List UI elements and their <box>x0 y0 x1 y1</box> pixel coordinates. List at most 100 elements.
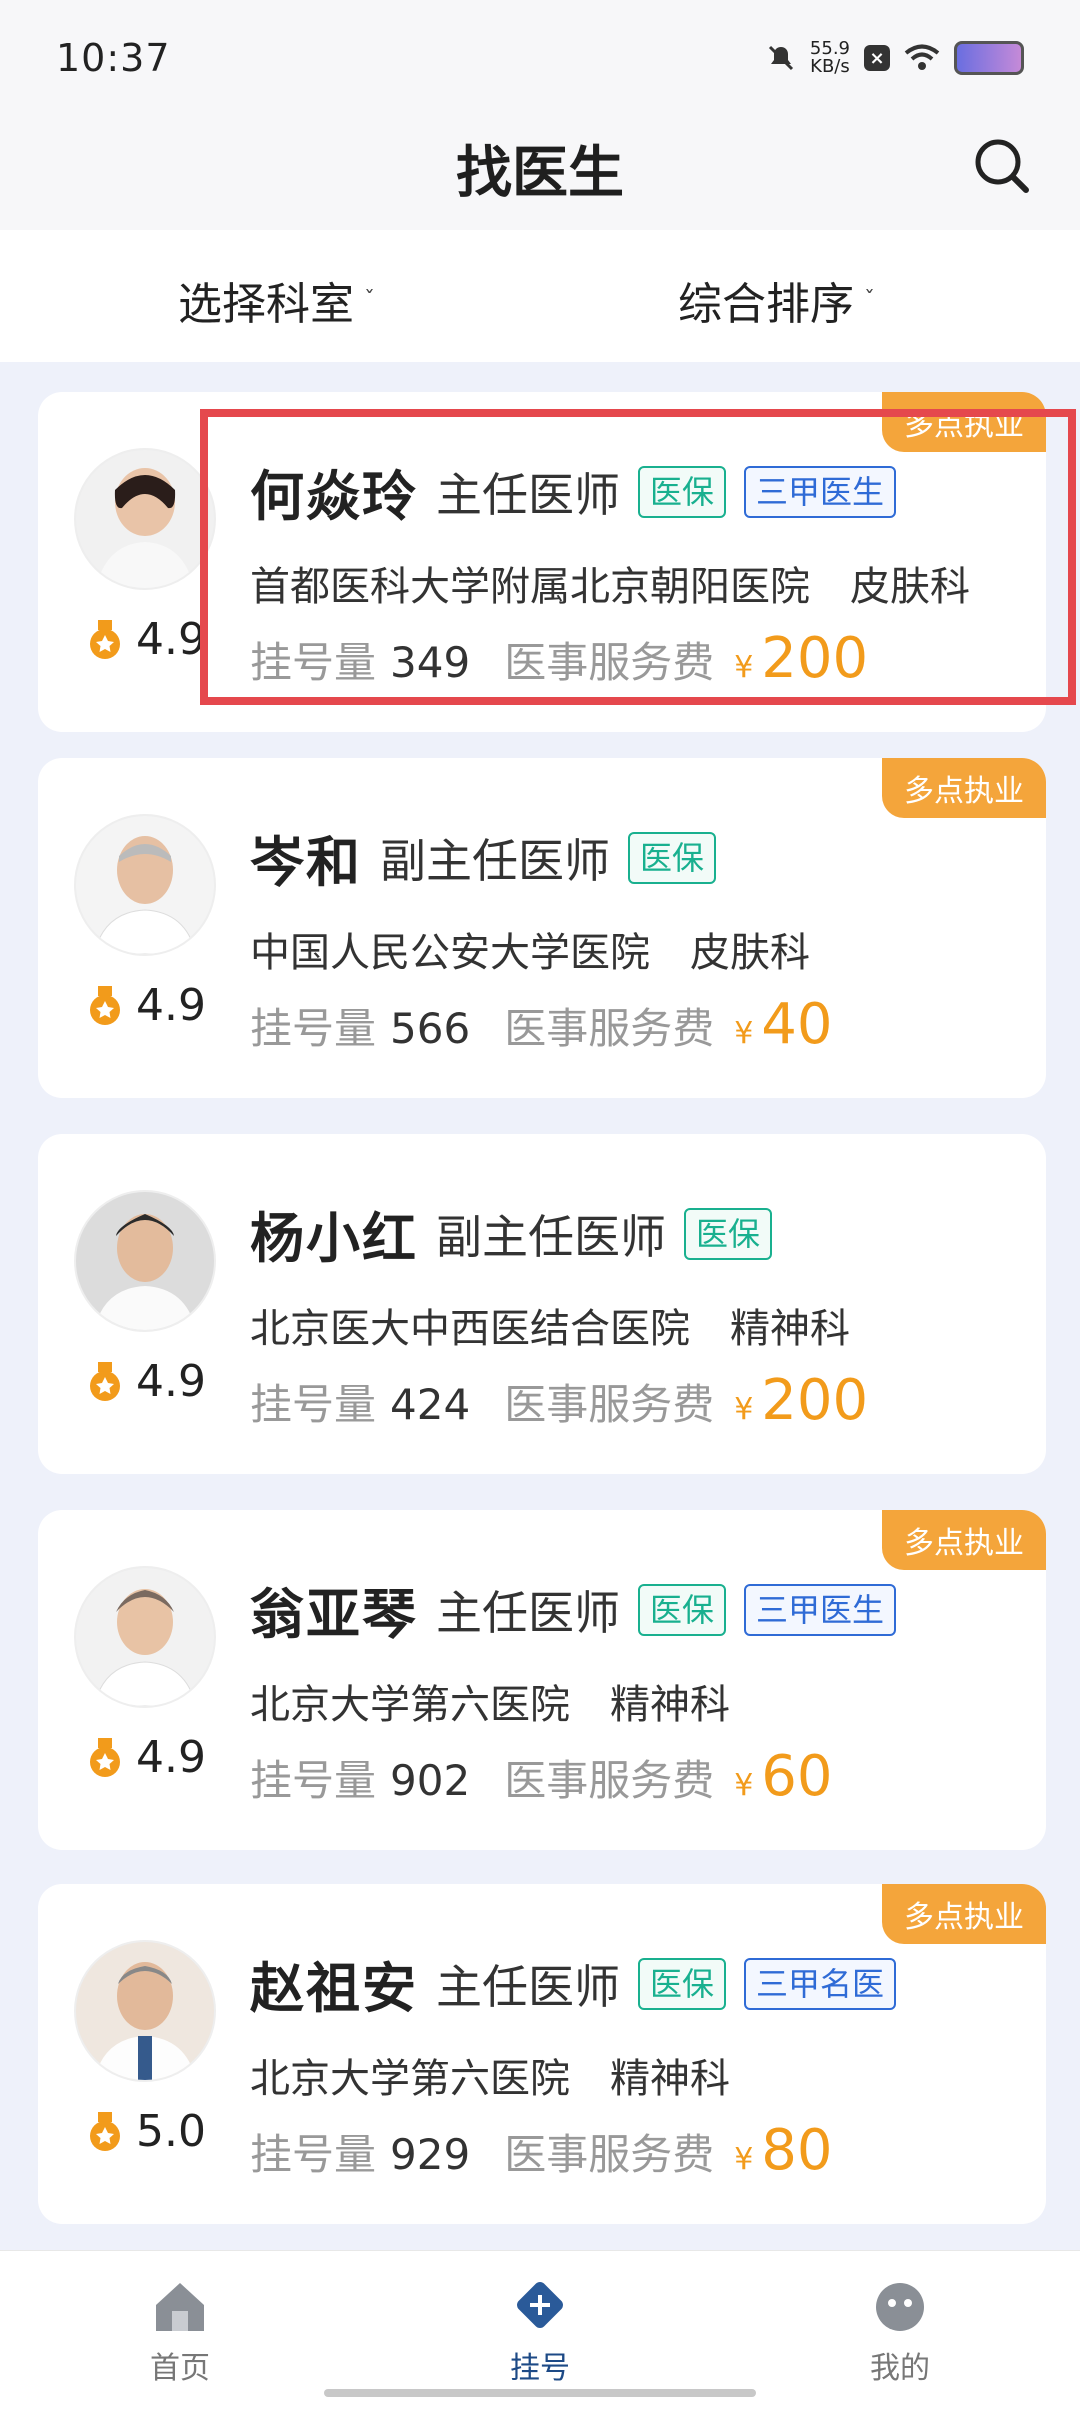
doctor-title: 副主任医师 <box>380 833 610 888</box>
app-notification-icon: × <box>864 45 890 71</box>
doctor-card[interactable]: 多点执业 4.9 何焱玲 主任医师 医保 三甲医生 首都医科大学附属北京朝阳医院… <box>38 392 1046 732</box>
rating: 4.9 <box>88 1356 206 1407</box>
hospital-department: 北京大学第六医院 精神科 <box>250 1682 730 1728</box>
doctor-name: 杨小红 <box>250 1207 418 1270</box>
hospital-department: 首都医科大学附属北京朝阳医院 皮肤科 <box>250 564 970 610</box>
page-header: 找医生 <box>0 120 1080 230</box>
famous-doctor-badge: 三甲名医 <box>744 1957 897 2010</box>
registrations-count: 902 <box>390 1756 471 1805</box>
nav-mine-label: 我的 <box>870 2351 930 2386</box>
doctor-title: 主任医师 <box>436 467 620 522</box>
rating: 5.0 <box>88 2106 206 2157</box>
doctor-name-row: 岑和 副主任医师 医保 <box>250 818 717 897</box>
nav-mine[interactable]: 我的 <box>820 2275 980 2387</box>
yen-symbol: ¥ <box>734 650 754 685</box>
doctor-card[interactable]: 多点执业 5.0 赵祖安 主任医师 医保 三甲名医 北京大学第六医院 精神科 挂… <box>38 1884 1046 2224</box>
insurance-badge: 医保 <box>638 1583 727 1636</box>
doctor-card[interactable]: 多点执业 4.9 翁亚琴 主任医师 医保 三甲医生 北京大学第六医院 精神科 挂… <box>38 1510 1046 1850</box>
insurance-badge: 医保 <box>638 1957 727 2010</box>
search-icon[interactable] <box>972 136 1032 196</box>
nav-home[interactable]: 首页 <box>100 2275 260 2387</box>
sort-filter-label: 综合排序 <box>678 279 854 330</box>
doctor-card[interactable]: 多点执业 4.9 岑和 副主任医师 医保 中国人民公安大学医院 皮肤科 挂号量 … <box>38 758 1046 1098</box>
sort-filter[interactable]: 综合排序 ˇ <box>678 268 875 332</box>
rating: 4.9 <box>88 1732 206 1783</box>
net-speed: 55.9 KB/s <box>810 40 850 76</box>
rating-value: 4.9 <box>136 980 206 1031</box>
status-time: 10:37 <box>56 36 171 80</box>
medal-icon <box>90 2111 120 2151</box>
nav-register-label: 挂号 <box>510 2351 570 2386</box>
doctor-name-row: 翁亚琴 主任医师 医保 三甲医生 <box>250 1570 897 1649</box>
doctor-title: 主任医师 <box>436 1959 620 2014</box>
registrations-count: 929 <box>390 2130 471 2179</box>
doctor-avatar <box>74 1190 216 1332</box>
plus-diamond-icon <box>517 2282 563 2328</box>
mute-bell-icon <box>768 45 793 71</box>
medal-icon <box>90 1737 120 1777</box>
chevron-down-icon: ˇ <box>864 287 875 313</box>
doctor-stats: 挂号量 902 医事服务费 ¥ 60 <box>250 1744 833 1809</box>
net-speed-unit: KB/s <box>810 56 850 77</box>
registrations-label: 挂号量 <box>250 1380 377 1429</box>
battery-icon <box>954 41 1024 75</box>
hospital-department: 中国人民公安大学医院 皮肤科 <box>250 930 810 976</box>
price: 40 <box>761 992 833 1057</box>
bottom-nav: 首页 挂号 我的 <box>0 2250 1080 2409</box>
price: 60 <box>761 1744 833 1809</box>
doctor-name-row: 赵祖安 主任医师 医保 三甲名医 <box>250 1944 897 2023</box>
service-fee-label: 医事服务费 <box>504 638 715 687</box>
doctor-stats: 挂号量 424 医事服务费 ¥ 200 <box>250 1368 868 1433</box>
doctor-avatar <box>74 448 216 590</box>
registrations-label: 挂号量 <box>250 638 377 687</box>
rating-value: 5.0 <box>136 2106 206 2157</box>
top-hospital-badge: 三甲医生 <box>744 1583 897 1636</box>
department-filter[interactable]: 选择科室 ˇ <box>178 268 375 332</box>
price: 80 <box>761 2118 833 2183</box>
status-bar: 10:37 55.9 KB/s × <box>0 0 1080 120</box>
hospital-department: 北京医大中西医结合医院 精神科 <box>250 1306 850 1352</box>
department-filter-label: 选择科室 <box>178 279 354 330</box>
yen-symbol: ¥ <box>734 2142 754 2177</box>
hospital-department: 北京大学第六医院 精神科 <box>250 2056 730 2102</box>
insurance-badge: 医保 <box>628 831 717 884</box>
doctor-name: 何焱玲 <box>250 465 418 528</box>
insurance-badge: 医保 <box>638 465 727 518</box>
doctor-list: 多点执业 4.9 何焱玲 主任医师 医保 三甲医生 首都医科大学附属北京朝阳医院… <box>0 362 1080 2250</box>
doctor-name: 翁亚琴 <box>250 1583 418 1646</box>
doctor-avatar <box>74 814 216 956</box>
nav-register[interactable]: 挂号 <box>460 2275 620 2387</box>
page-title: 找医生 <box>456 141 624 206</box>
insurance-badge: 医保 <box>684 1207 773 1260</box>
service-fee-label: 医事服务费 <box>504 1004 715 1053</box>
home-indicator[interactable] <box>324 2389 756 2397</box>
rating-value: 4.9 <box>136 614 206 665</box>
yen-symbol: ¥ <box>734 1392 754 1427</box>
rating: 4.9 <box>88 614 206 665</box>
multi-site-tag: 多点执业 <box>882 758 1046 818</box>
medal-icon <box>90 985 120 1025</box>
doctor-name: 岑和 <box>250 831 362 894</box>
service-fee-label: 医事服务费 <box>504 1756 715 1805</box>
doctor-title: 主任医师 <box>436 1585 620 1640</box>
rating: 4.9 <box>88 980 206 1031</box>
registrations-label: 挂号量 <box>250 1004 377 1053</box>
medal-icon <box>90 1361 120 1401</box>
doctor-stats: 挂号量 566 医事服务费 ¥ 40 <box>250 992 833 1057</box>
wifi-icon <box>904 44 940 70</box>
service-fee-label: 医事服务费 <box>504 2130 715 2179</box>
service-fee-label: 医事服务费 <box>504 1380 715 1429</box>
multi-site-tag: 多点执业 <box>882 392 1046 452</box>
doctor-name-row: 杨小红 副主任医师 医保 <box>250 1194 773 1273</box>
doctor-stats: 挂号量 349 医事服务费 ¥ 200 <box>250 626 868 691</box>
registrations-label: 挂号量 <box>250 1756 377 1805</box>
chevron-down-icon: ˇ <box>364 287 375 313</box>
registrations-count: 424 <box>390 1380 471 1429</box>
doctor-card[interactable]: 4.9 杨小红 副主任医师 医保 北京医大中西医结合医院 精神科 挂号量 424… <box>38 1134 1046 1474</box>
home-icon <box>156 2283 204 2331</box>
multi-site-tag: 多点执业 <box>882 1884 1046 1944</box>
yen-symbol: ¥ <box>734 1768 754 1803</box>
filter-bar: 选择科室 ˇ 综合排序 ˇ <box>0 230 1080 362</box>
top-hospital-badge: 三甲医生 <box>744 465 897 518</box>
doctor-name-row: 何焱玲 主任医师 医保 三甲医生 <box>250 452 897 531</box>
